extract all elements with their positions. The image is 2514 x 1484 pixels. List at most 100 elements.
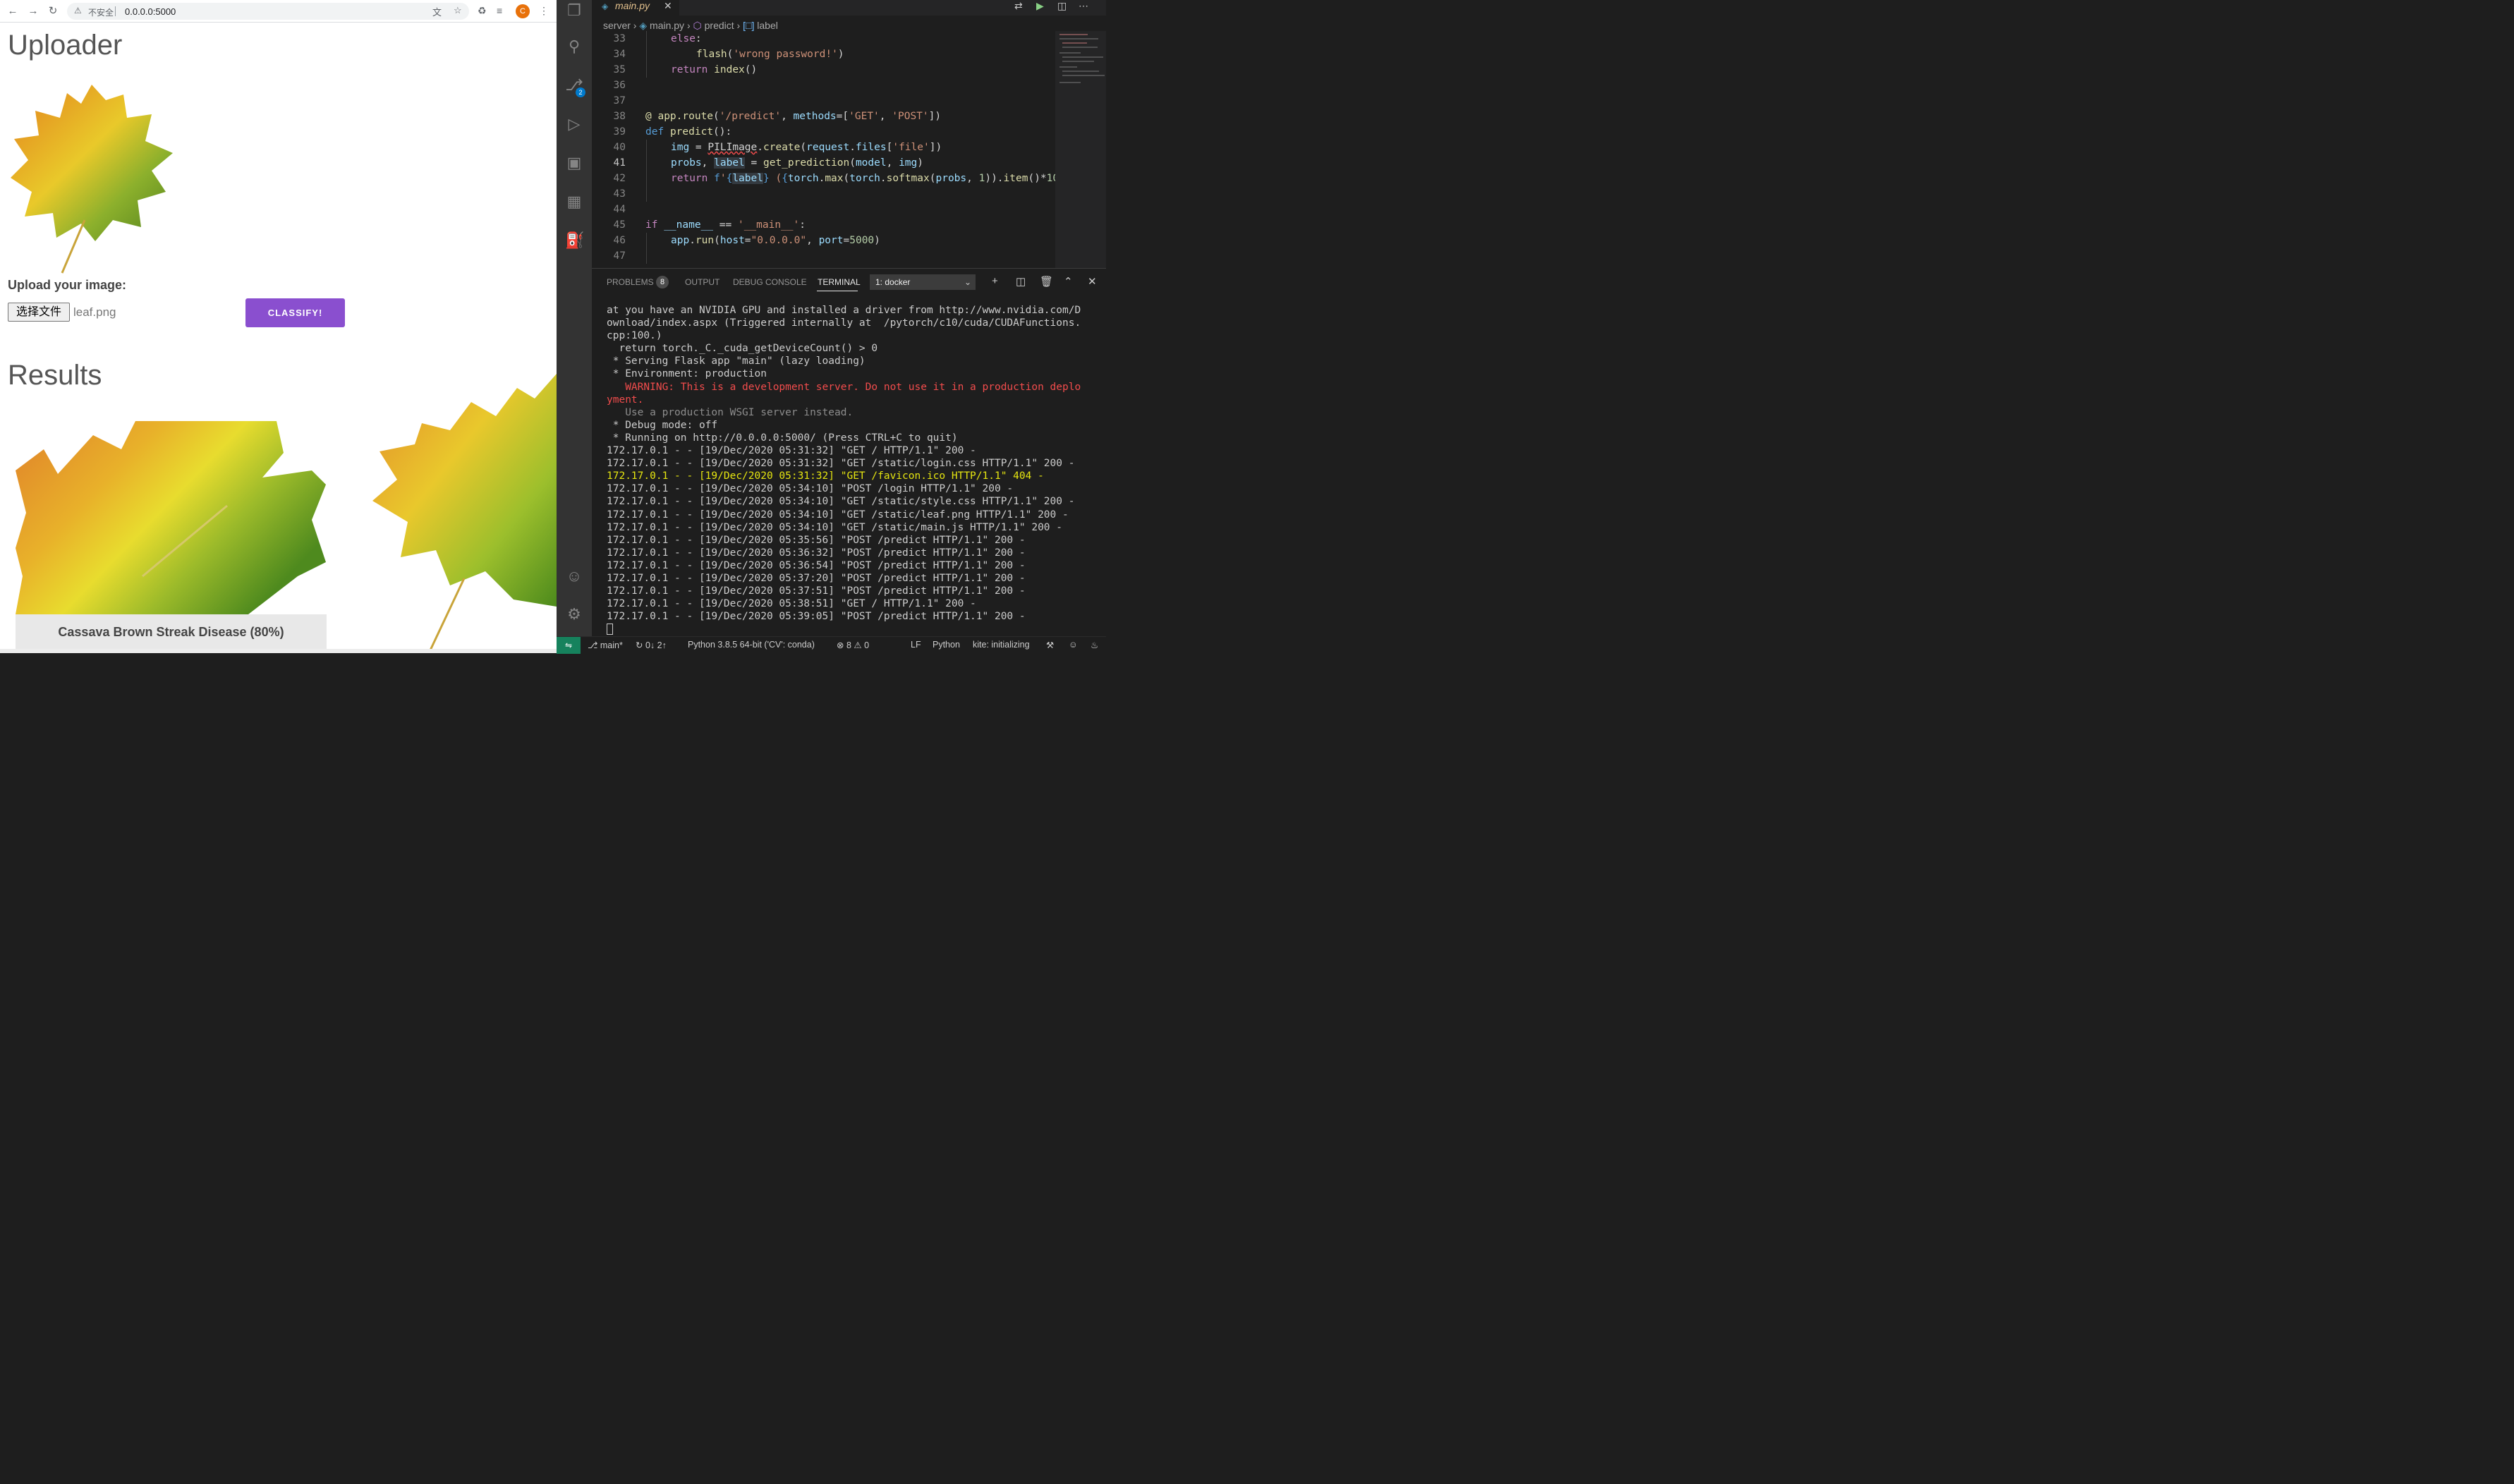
address-bar[interactable]: ⚠ 不安全 0.0.0.0:5000 文 ☆ — [67, 3, 469, 20]
terminal-line: cpp:100.) — [607, 330, 662, 342]
terminal-warning-line: WARNING: This is a development server. D… — [607, 381, 1081, 393]
sync-icon: ↻ — [636, 640, 643, 650]
choose-file-button[interactable]: 选择文件 — [8, 303, 70, 322]
terminal-output[interactable]: at you have an NVIDIA GPU and installed … — [607, 304, 1100, 635]
new-terminal-plus-icon[interactable]: + — [992, 275, 998, 287]
minimap-line — [1059, 38, 1098, 39]
terminal-line: 172.17.0.1 - - [19/Dec/2020 05:34:10] "G… — [607, 509, 1069, 521]
accounts-icon[interactable]: ☺ — [565, 567, 583, 585]
feedback-icon[interactable]: ☺ — [1069, 640, 1078, 650]
code-line: 40 img = PILImage.create(request.files['f… — [613, 142, 942, 153]
remote-explorer-icon[interactable]: ▣ — [565, 154, 583, 172]
reload-icon[interactable]: ↻ — [46, 4, 60, 18]
breadcrumb-function[interactable]: predict — [705, 20, 734, 31]
tab-terminal[interactable]: TERMINAL — [818, 277, 861, 287]
back-arrow-icon[interactable]: ← — [6, 4, 20, 18]
upload-label: Upload your image: — [8, 278, 127, 292]
language-mode[interactable]: Python — [933, 640, 960, 650]
breadcrumb-file[interactable]: main.py — [650, 20, 684, 31]
run-file-icon[interactable]: ▶ — [1036, 0, 1044, 12]
close-icon[interactable]: ✕ — [664, 0, 672, 12]
terminal-line: 172.17.0.1 - - [19/Dec/2020 05:36:32] "P… — [607, 547, 1026, 559]
breadcrumb-symbol[interactable]: label — [757, 20, 778, 31]
live-share-icon[interactable]: ⚒ — [1046, 640, 1054, 650]
more-actions-icon[interactable]: ⋯ — [1079, 0, 1088, 12]
maximize-panel-chevron-icon[interactable]: ⌃ — [1064, 275, 1073, 288]
result-caption: Cassava Brown Streak Disease (80%) — [16, 614, 327, 650]
run-debug-icon[interactable]: ▷ — [565, 115, 583, 133]
code-line: 33 else: — [613, 33, 702, 44]
terminal-warning-line: yment. — [607, 394, 644, 406]
terminal-line-404: 172.17.0.1 - - [19/Dec/2020 05:31:32] "G… — [607, 470, 1044, 482]
code-line: 43 — [613, 188, 626, 200]
classify-button[interactable]: CLASSIFY! — [245, 298, 345, 327]
activity-bar: ❐ ⚲ ⎇ 2 ▷ ▣ ▦ ⛽ ☺ ⚙ — [557, 0, 592, 636]
url-text[interactable]: 0.0.0.0:5000 — [125, 6, 176, 17]
branch-status[interactable]: ⎇ main* — [588, 640, 623, 650]
extensions-icon[interactable]: ▦ — [565, 193, 583, 211]
terminal-line: 172.17.0.1 - - [19/Dec/2020 05:34:10] "P… — [607, 483, 1014, 495]
profile-avatar[interactable]: C — [516, 4, 530, 18]
bottom-panel: PROBLEMS 8 OUTPUT DEBUG CONSOLE TERMINAL… — [592, 268, 1106, 636]
terminal-line: 172.17.0.1 - - [19/Dec/2020 05:37:20] "P… — [607, 572, 1026, 584]
terminal-line: * Running on http://0.0.0.0:5000/ (Press… — [607, 432, 958, 444]
bookmark-star-icon[interactable]: ☆ — [454, 5, 462, 16]
browser-window: ← → ↻ ⚠ 不安全 0.0.0.0:5000 文 ☆ ♻ ≡ C ⋮ Upl… — [0, 0, 557, 653]
split-editor-icon[interactable]: ◫ — [1057, 0, 1067, 12]
tab-main-py[interactable]: ◈ main.py ✕ — [592, 0, 679, 16]
terminal-select[interactable]: 1: docker ⌄ — [870, 274, 976, 290]
browser-toolbar: ← → ↻ ⚠ 不安全 0.0.0.0:5000 文 ☆ ♻ ≡ C ⋮ — [0, 0, 557, 23]
tab-output[interactable]: OUTPUT — [685, 277, 719, 287]
split-terminal-icon[interactable]: ◫ — [1016, 275, 1026, 288]
code-line: 39 def predict(): — [613, 126, 732, 138]
media-queue-icon[interactable]: ≡ — [497, 5, 502, 16]
problems-status[interactable]: ⊗ 8 ⚠ 0 — [837, 640, 869, 650]
breadcrumb-folder[interactable]: server — [603, 20, 631, 31]
eol-status[interactable]: LF — [911, 640, 921, 650]
minimap-line — [1062, 75, 1105, 76]
explorer-files-icon[interactable]: ❐ — [565, 1, 583, 20]
tab-problems[interactable]: PROBLEMS — [607, 277, 654, 287]
page-title: Uploader — [8, 30, 123, 61]
breadcrumb: server › ◈ main.py › ⬡ predict › [□] lab… — [603, 20, 778, 31]
extensions-puzzle-icon[interactable]: ♻ — [478, 5, 487, 17]
minimap-line — [1059, 52, 1081, 54]
minimap-line — [1059, 66, 1077, 68]
remote-indicator-icon[interactable]: ⇋ — [557, 637, 581, 654]
code-line: 45 if __name__ == '__main__': — [613, 219, 806, 231]
compare-changes-icon[interactable]: ⇄ — [1014, 0, 1023, 12]
minimap-line — [1062, 42, 1087, 44]
minimap[interactable] — [1055, 31, 1106, 268]
terminal-prompt[interactable] — [607, 623, 1100, 635]
uploaded-leaf-image — [11, 85, 173, 274]
code-editor[interactable]: 33 else: 34 flash('wrong password!') 35 ret… — [592, 31, 1096, 268]
tab-debug-console[interactable]: DEBUG CONSOLE — [733, 277, 807, 287]
notifications-bell-icon[interactable]: ♨ — [1091, 640, 1098, 650]
kebab-menu-icon[interactable]: ⋮ — [539, 5, 549, 17]
minimap-line — [1062, 71, 1099, 72]
sync-status[interactable]: ↻ 0↓ 2↑ — [636, 640, 667, 650]
close-panel-icon[interactable]: ✕ — [1088, 275, 1097, 288]
minimap-line — [1062, 47, 1098, 48]
results-title: Results — [8, 360, 102, 391]
result-leaf-image — [16, 421, 326, 614]
search-icon[interactable]: ⚲ — [565, 37, 583, 56]
kite-status[interactable]: kite: initializing — [973, 640, 1030, 650]
security-label: 不安全 — [88, 8, 114, 18]
terminal-cursor — [607, 624, 613, 635]
minimap-line — [1062, 56, 1103, 58]
terminal-line: 172.17.0.1 - - [19/Dec/2020 05:34:10] "G… — [607, 496, 1075, 508]
settings-gear-icon[interactable]: ⚙ — [565, 605, 583, 624]
translate-icon[interactable]: 文 — [432, 5, 442, 18]
terminal-line: Use a production WSGI server instead. — [607, 406, 854, 418]
forward-arrow-icon[interactable]: → — [26, 4, 40, 18]
terminal-line: * Environment: production — [607, 368, 767, 380]
status-bar: ⇋ ⎇ main* ↻ 0↓ 2↑ Python 3.8.5 64-bit ('… — [557, 636, 1106, 654]
python-interpreter[interactable]: Python 3.8.5 64-bit ('CV': conda) — [688, 640, 815, 650]
minimap-line — [1059, 34, 1088, 35]
trash-icon[interactable]: 🗑 — [1040, 275, 1053, 288]
docker-whale-icon[interactable]: ⛽ — [565, 231, 584, 250]
sync-counts: 0↓ 2↑ — [645, 640, 667, 650]
python-file-icon: ◈ — [602, 1, 609, 11]
horizontal-scrollbar[interactable] — [0, 649, 557, 653]
